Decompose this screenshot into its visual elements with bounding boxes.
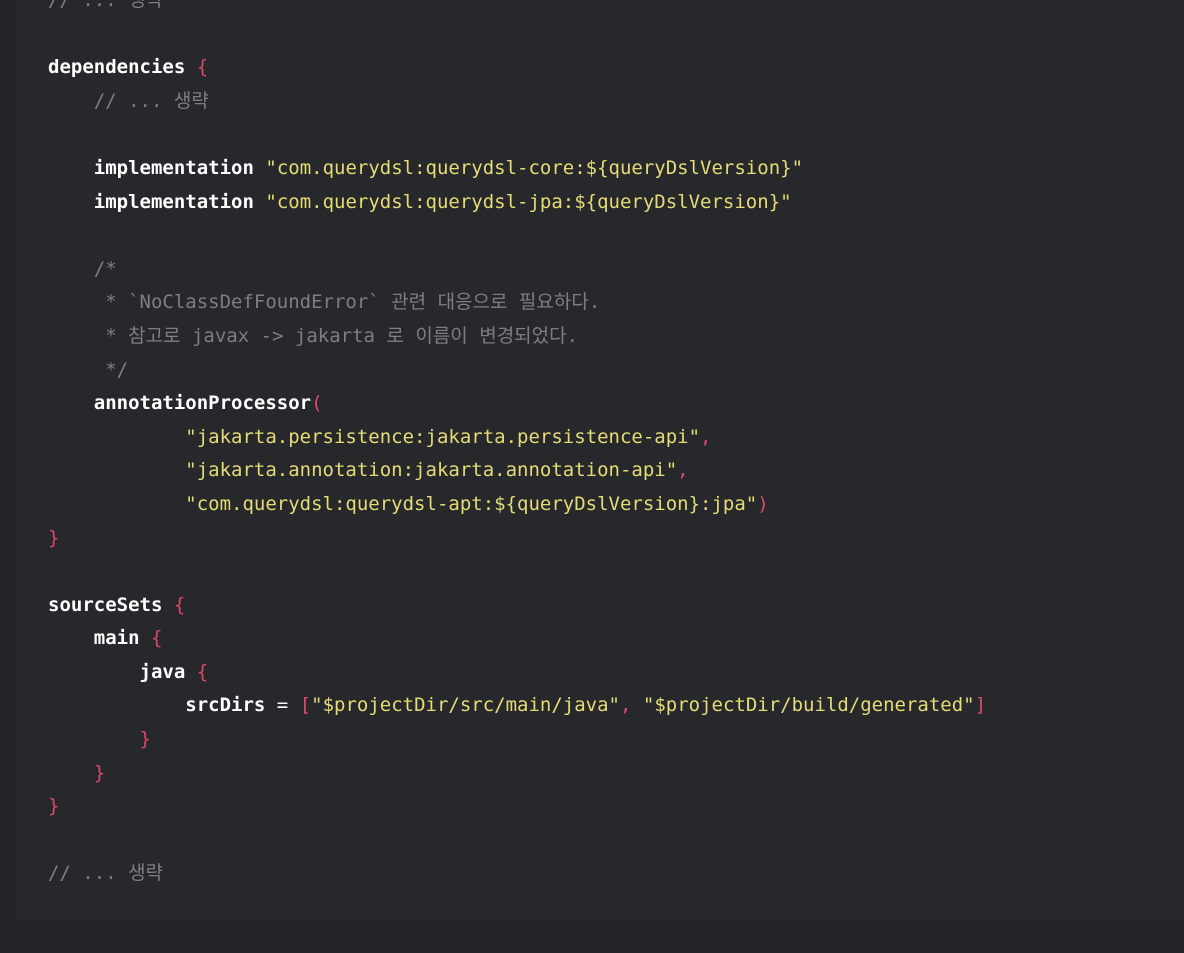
code-keyword: annotationProcessor xyxy=(93,392,312,415)
code-line: implementation "com.querydsl:querydsl-co… xyxy=(48,152,986,186)
code-string: "jakarta.annotation:jakarta.annotation-a… xyxy=(185,459,678,482)
code-string: "$projectDir/build/generated" xyxy=(642,694,975,717)
code-line: "jakarta.persistence:jakarta.persistence… xyxy=(48,421,986,455)
code-line: // ... 생략 xyxy=(48,85,986,119)
code-string: "jakarta.persistence:jakarta.persistence… xyxy=(185,425,701,448)
code-string: "com.querydsl:querydsl-jpa:${queryDslVer… xyxy=(265,190,792,213)
code-line: * `NoClassDefFoundError` 관련 대응으로 필요하다. xyxy=(48,286,986,320)
code-punctuation: ] xyxy=(974,694,987,717)
code-line: sourceSets { xyxy=(48,589,986,623)
code-line: annotationProcessor( xyxy=(48,387,986,421)
code-punctuation: { xyxy=(173,593,186,616)
code-punctuation: ) xyxy=(757,492,769,515)
code-line: implementation "com.querydsl:querydsl-jp… xyxy=(48,186,986,220)
code-punctuation: [ xyxy=(299,694,312,717)
code-line: // ... 생략 xyxy=(48,0,986,18)
code-line: */ xyxy=(48,354,986,388)
code-comment: // ... 생략 xyxy=(48,862,164,885)
code-comment: * `NoClassDefFoundError` 관련 대응으로 필요하다. xyxy=(105,291,601,314)
code-line: "com.querydsl:querydsl-apt:${queryDslVer… xyxy=(48,488,986,522)
code-punctuation: } xyxy=(48,526,60,549)
code-line: dependencies { xyxy=(48,51,986,85)
code-listing: // ... 생략 dependencies { // ... 생략 imple… xyxy=(48,0,986,891)
code-punctuation: , xyxy=(700,425,712,448)
code-line: } xyxy=(48,723,986,757)
code-line: } xyxy=(48,757,986,791)
code-line: // ... 생략 xyxy=(48,857,986,891)
code-whitespace: = xyxy=(265,694,300,717)
code-keyword: implementation xyxy=(93,156,254,179)
code-punctuation: } xyxy=(93,761,106,784)
code-comment: /* xyxy=(93,257,117,280)
code-line: } xyxy=(48,522,986,556)
code-comment: // ... 생략 xyxy=(48,0,164,11)
code-string: "com.querydsl:querydsl-apt:${queryDslVer… xyxy=(185,492,758,515)
code-comment: */ xyxy=(105,358,129,381)
code-block: // ... 생략 dependencies { // ... 생략 imple… xyxy=(16,0,1184,920)
code-line: /* xyxy=(48,253,986,287)
code-punctuation: ( xyxy=(311,392,323,415)
code-punctuation: { xyxy=(196,56,209,79)
code-line: srcDirs = ["$projectDir/src/main/java", … xyxy=(48,689,986,723)
code-keyword: dependencies xyxy=(48,56,186,79)
code-keyword: java xyxy=(139,660,186,683)
code-line: "jakarta.annotation:jakarta.annotation-a… xyxy=(48,454,986,488)
code-comment: * 참고로 javax -> jakarta 로 이름이 변경되었다. xyxy=(105,324,579,347)
code-punctuation: } xyxy=(139,728,151,751)
code-punctuation: } xyxy=(48,795,60,818)
code-line: } xyxy=(48,790,986,824)
code-keyword: implementation xyxy=(93,190,254,213)
code-comment: // ... 생략 xyxy=(93,89,209,112)
code-string: "$projectDir/src/main/java" xyxy=(311,694,620,717)
code-keyword: main xyxy=(93,627,140,650)
code-line: java { xyxy=(48,656,986,690)
code-punctuation: , xyxy=(677,459,689,482)
code-punctuation: , xyxy=(620,694,643,717)
code-keyword: sourceSets xyxy=(48,593,163,616)
code-line: main { xyxy=(48,622,986,656)
code-string: "com.querydsl:querydsl-core:${queryDslVe… xyxy=(265,156,804,179)
code-punctuation: { xyxy=(196,660,209,683)
code-keyword: srcDirs xyxy=(185,694,266,717)
code-punctuation: { xyxy=(150,627,163,650)
code-line: * 참고로 javax -> jakarta 로 이름이 변경되었다. xyxy=(48,320,986,354)
